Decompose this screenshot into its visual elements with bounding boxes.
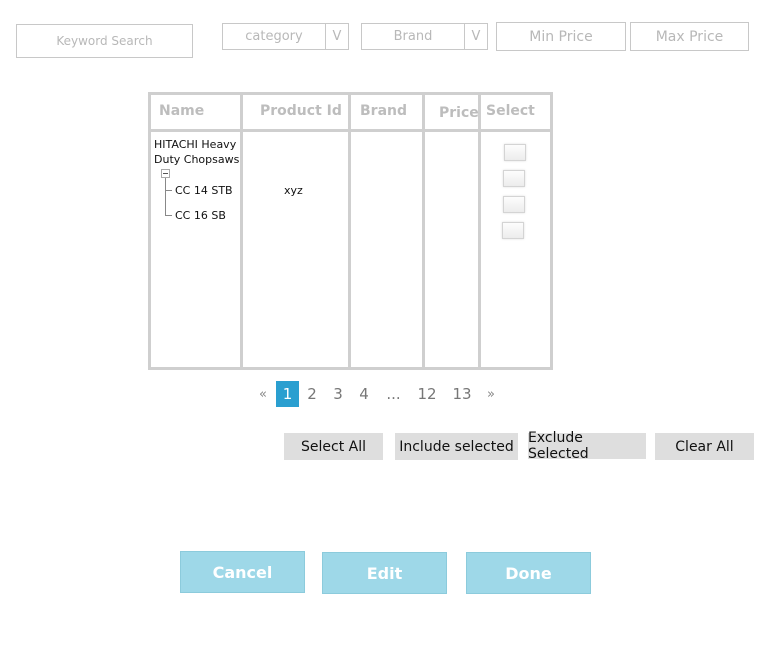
header-price: Price <box>439 105 479 121</box>
table-row-name: CC 16 SB <box>175 209 226 222</box>
brand-select-label: Brand <box>393 29 433 44</box>
category-select-label: category <box>245 29 303 44</box>
select-checkbox[interactable] <box>502 222 524 239</box>
tree-branch-line <box>165 215 172 216</box>
max-price-placeholder: Max Price <box>655 28 724 45</box>
header-select: Select <box>486 103 535 119</box>
max-price-input[interactable]: Max Price <box>630 22 749 51</box>
product-table: Name Product Id Brand Price Select HITAC… <box>148 92 553 370</box>
table-row-product-id: xyz <box>284 184 303 197</box>
select-all-button[interactable]: Select All <box>284 433 383 460</box>
select-checkbox[interactable] <box>503 170 525 187</box>
min-price-placeholder: Min Price <box>529 28 593 45</box>
chevron-down-icon: V <box>325 24 348 49</box>
select-checkbox[interactable] <box>504 144 526 161</box>
keyword-search-placeholder: Keyword Search <box>56 34 153 48</box>
keyword-search-input[interactable]: Keyword Search <box>16 24 193 58</box>
pagination: « 1 2 3 4 ... 12 13 » <box>254 381 502 407</box>
page-link-13[interactable]: 13 <box>444 381 480 407</box>
page-link-2[interactable]: 2 <box>299 381 325 407</box>
chevron-down-icon: V <box>464 24 487 49</box>
min-price-input[interactable]: Min Price <box>496 22 626 51</box>
edit-button[interactable]: Edit <box>322 552 447 594</box>
column-divider <box>478 95 481 367</box>
tree-branch-line <box>165 190 172 191</box>
table-row-name: CC 14 STB <box>175 184 233 197</box>
select-checkbox[interactable] <box>503 196 525 213</box>
brand-select[interactable]: Brand V <box>361 23 488 50</box>
header-brand: Brand <box>360 103 408 119</box>
column-divider <box>422 95 425 367</box>
exclude-selected-button[interactable]: Exclude Selected <box>528 430 646 462</box>
page-link-1[interactable]: 1 <box>276 381 299 407</box>
page-link-12[interactable]: 12 <box>410 381 444 407</box>
prev-page-link[interactable]: « <box>254 381 272 407</box>
category-select[interactable]: category V <box>222 23 349 50</box>
tree-connector-line <box>165 178 166 216</box>
group-name-line2: Duty Chopsaws <box>154 153 240 166</box>
next-page-link[interactable]: » <box>480 381 502 407</box>
done-button[interactable]: Done <box>466 552 591 594</box>
page-link-3[interactable]: 3 <box>325 381 351 407</box>
column-divider <box>348 95 351 367</box>
header-product-id: Product Id <box>260 103 342 119</box>
clear-all-button[interactable]: Clear All <box>655 433 754 460</box>
page-link-4[interactable]: 4 <box>351 381 377 407</box>
group-name-line1: HITACHI Heavy <box>154 138 237 151</box>
header-name: Name <box>159 103 205 119</box>
include-selected-button[interactable]: Include selected <box>395 433 518 460</box>
page-ellipsis: ... <box>386 385 401 403</box>
cancel-button[interactable]: Cancel <box>180 551 305 593</box>
header-divider <box>151 129 550 132</box>
column-divider <box>240 95 243 367</box>
minus-box-icon[interactable] <box>161 169 170 178</box>
